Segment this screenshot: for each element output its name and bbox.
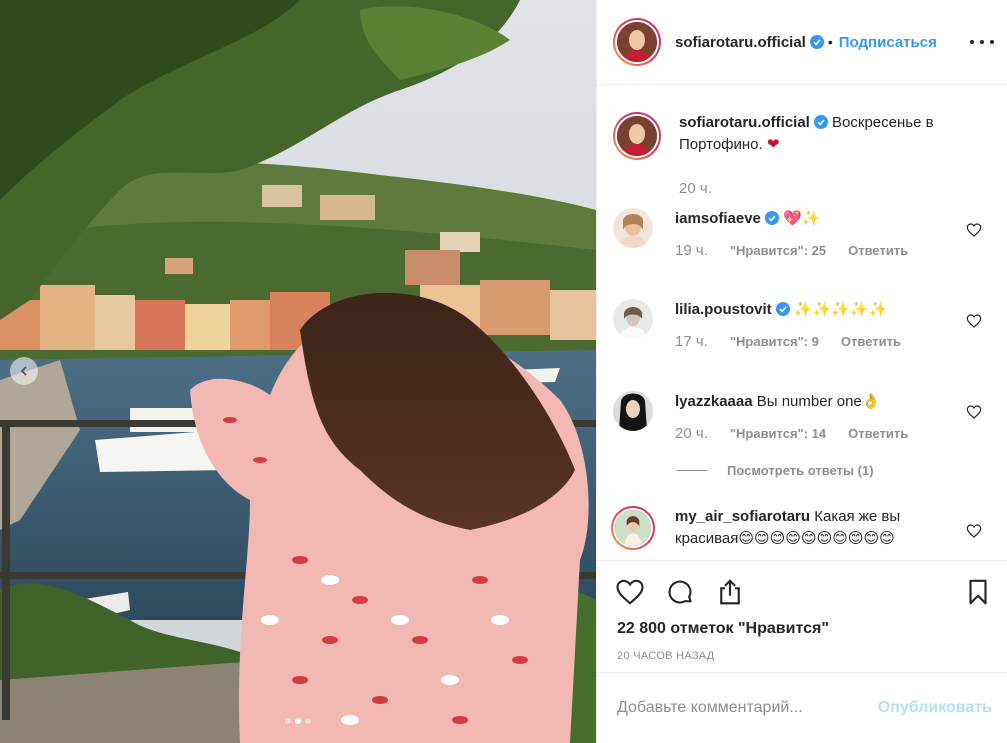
likes-count[interactable]: 22 800 отметок "Нравится" (617, 620, 829, 638)
post-side-panel: sofiarotaru.official • Подписаться sofia… (596, 0, 1007, 743)
comment-time: 17 ч. (675, 333, 708, 350)
verified-badge-icon (813, 115, 828, 129)
header-separator: • (827, 34, 833, 50)
carousel-dot-active (295, 718, 301, 724)
commenter-avatar-image (613, 208, 653, 248)
comment-item: lyazzkaaaa Вы number one👌 20 ч. "Нравитс… (613, 391, 993, 445)
carousel-dot (285, 718, 291, 724)
caption-avatar-image (617, 116, 657, 156)
caption-username[interactable]: sofiarotaru.official (679, 114, 810, 131)
verified-badge-icon (775, 302, 790, 316)
comment-username[interactable]: my_air_sofiarotaru (675, 508, 810, 525)
comment-text: Вы number one👌 (756, 393, 881, 410)
comment-likes[interactable]: "Нравится": 14 (730, 423, 826, 445)
chevron-left-icon (20, 366, 27, 376)
bookmark-icon[interactable] (963, 577, 993, 607)
commenter-avatar-image (613, 299, 653, 339)
comment-username[interactable]: iamsofiaeve (675, 210, 761, 227)
comment-time: 19 ч. (675, 242, 708, 259)
commenter-avatar-image (613, 391, 653, 431)
portofino-photo (0, 0, 596, 743)
comment-likes[interactable]: "Нравится": 25 (730, 240, 826, 262)
verified-badge-icon (809, 35, 824, 49)
carousel-prev-button[interactable] (10, 357, 38, 385)
carousel-dot (305, 718, 311, 724)
caption-avatar[interactable] (613, 112, 661, 160)
author-username[interactable]: sofiarotaru.official (675, 34, 806, 51)
heart-icon[interactable] (615, 577, 645, 607)
post-caption: sofiarotaru.official Воскресенье в Порто… (613, 112, 993, 160)
post-photo[interactable] (0, 0, 596, 743)
comment-icon[interactable] (665, 577, 695, 607)
view-replies-label: Посмотреть ответы (1) (727, 463, 874, 478)
share-icon[interactable] (715, 577, 745, 607)
replies-divider-line (677, 470, 707, 471)
comment-username[interactable]: lyazzkaaaa (675, 393, 753, 410)
comments-list[interactable]: sofiarotaru.official Воскресенье в Порто… (597, 86, 1007, 560)
comment-item: lilia.poustovit ✨✨✨✨✨ 17 ч. "Нравится": … (613, 299, 993, 353)
more-options-icon[interactable] (970, 34, 994, 50)
follow-button[interactable]: Подписаться (839, 34, 937, 51)
add-comment-bar: Опубликовать (597, 672, 1007, 743)
verified-badge-icon (764, 211, 779, 225)
post-time: 20 ЧАСОВ НАЗАД (617, 650, 715, 662)
comment-like-heart-icon[interactable] (966, 222, 982, 238)
comment-like-heart-icon[interactable] (966, 313, 982, 329)
publish-button[interactable]: Опубликовать (878, 699, 992, 717)
comment-item: my_air_sofiarotaru Какая же вы красивая😊… (611, 506, 993, 550)
caption-time: 20 ч. (679, 180, 712, 197)
comment-text: 💖✨ (783, 210, 821, 227)
comment-username[interactable]: lilia.poustovit (675, 301, 772, 318)
comment-avatar[interactable] (611, 506, 655, 550)
comment-item: iamsofiaeve 💖✨ 19 ч. "Нравится": 25 Отве… (613, 208, 993, 262)
reply-button[interactable]: Ответить (841, 331, 901, 353)
author-avatar[interactable] (613, 18, 661, 66)
author-avatar-image (617, 22, 657, 62)
post-header: sofiarotaru.official • Подписаться (597, 0, 1007, 85)
comment-like-heart-icon[interactable] (966, 404, 982, 420)
comment-like-heart-icon[interactable] (966, 523, 982, 539)
comment-avatar[interactable] (613, 299, 653, 339)
reply-button[interactable]: Ответить (848, 240, 908, 262)
view-replies-button[interactable]: Посмотреть ответы (1) (677, 463, 874, 478)
comment-text: ✨✨✨✨✨ (793, 301, 888, 318)
post-actions: 22 800 отметок "Нравится" 20 ЧАСОВ НАЗАД (597, 560, 1007, 672)
reply-button[interactable]: Ответить (848, 423, 908, 445)
comment-time: 20 ч. (675, 425, 708, 442)
comment-input[interactable] (617, 699, 867, 717)
comment-avatar[interactable] (613, 208, 653, 248)
carousel-indicator (0, 718, 596, 724)
comment-likes[interactable]: "Нравится": 9 (730, 331, 819, 353)
comment-avatar[interactable] (613, 391, 653, 431)
heart-emoji: ❤ (766, 136, 780, 153)
commenter-avatar-image (615, 510, 651, 546)
